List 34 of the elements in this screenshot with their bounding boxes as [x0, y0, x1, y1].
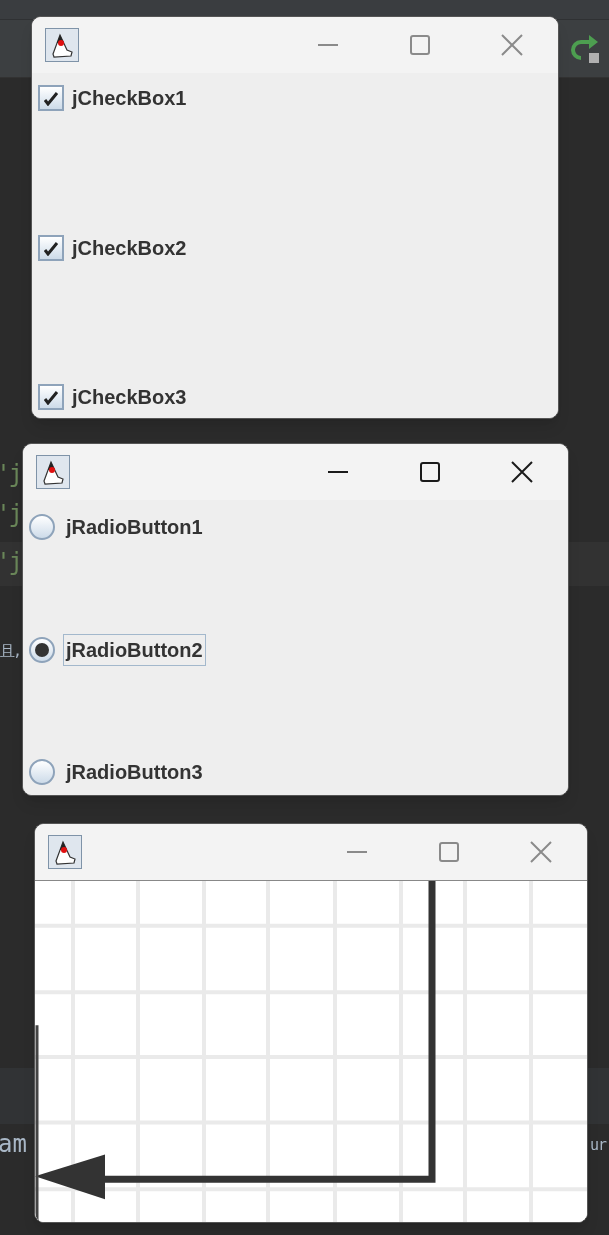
checkbox-label: jCheckBox2 — [72, 237, 187, 258]
radio-button[interactable] — [29, 759, 55, 785]
close-icon — [501, 34, 523, 56]
maximize-icon — [420, 462, 440, 482]
maximize-icon — [439, 842, 459, 862]
minimize-icon — [347, 851, 367, 853]
radio-label: jRadioButton1 — [64, 515, 204, 540]
rerun-icon[interactable] — [571, 33, 601, 64]
check-icon — [43, 239, 59, 256]
app-icon — [48, 835, 82, 869]
checkbox[interactable] — [38, 85, 64, 111]
checkbox-label: jCheckBox3 — [72, 387, 187, 407]
radio-label: jRadioButton3 — [64, 760, 204, 785]
radio-button[interactable] — [29, 636, 55, 663]
check-icon — [43, 389, 59, 405]
minimize-icon — [318, 44, 338, 46]
code-text: am — [0, 1132, 27, 1156]
code-text: "j — [0, 502, 23, 526]
code-text: "j — [0, 550, 23, 574]
minimize-icon — [328, 471, 348, 473]
code-text: 且, — [0, 644, 21, 659]
checkbox[interactable] — [38, 384, 64, 410]
close-icon — [511, 461, 533, 483]
maximize-icon — [410, 35, 430, 55]
check-icon — [43, 90, 59, 106]
app-icon — [45, 28, 79, 62]
radio-label: jRadioButton2 — [63, 633, 206, 666]
checkbox[interactable] — [38, 234, 64, 261]
checkbox-label: jCheckBox1 — [72, 88, 187, 108]
app-icon — [36, 455, 70, 489]
close-icon — [530, 841, 552, 863]
code-text: ur — [590, 1138, 607, 1153]
radio-button[interactable] — [29, 514, 55, 540]
code-text: "j — [0, 462, 23, 486]
